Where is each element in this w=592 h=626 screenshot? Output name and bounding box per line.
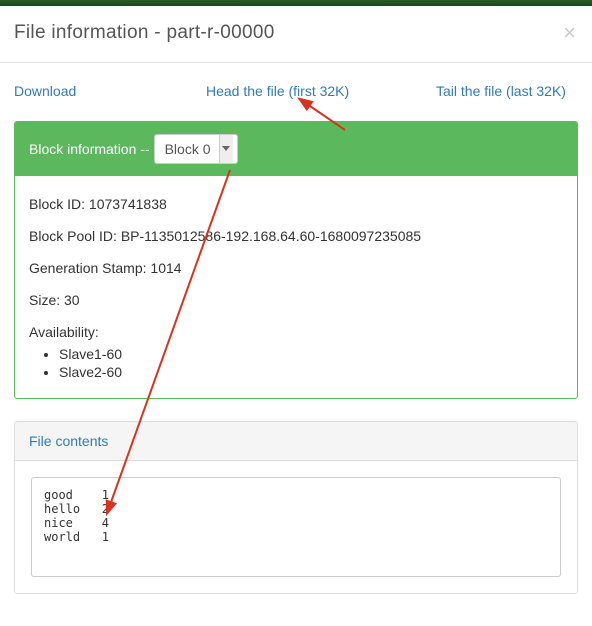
block-select[interactable]: Block 0 xyxy=(154,134,238,164)
availability-list: Slave1-60 Slave2-60 xyxy=(59,346,563,380)
block-pool-label: Block Pool ID: xyxy=(29,228,121,244)
download-link[interactable]: Download xyxy=(14,83,76,99)
tail-file-link[interactable]: Tail the file (last 32K) xyxy=(436,83,566,99)
block-pool-row: Block Pool ID: BP-1135012586-192.168.64.… xyxy=(29,228,563,244)
block-info-heading-text: Block information -- xyxy=(29,141,150,157)
file-contents-heading: File contents xyxy=(15,422,577,461)
size-row: Size: 30 xyxy=(29,292,563,308)
file-contents-panel: File contents good 1 hello 2 nice 4 worl… xyxy=(14,421,578,594)
block-select-value: Block 0 xyxy=(165,141,211,157)
gen-stamp-row: Generation Stamp: 1014 xyxy=(29,260,563,276)
block-info-panel: Block information -- Block 0 Block ID: 1… xyxy=(14,121,578,399)
file-contents-pre: good 1 hello 2 nice 4 world 1 xyxy=(31,477,561,577)
head-file-link[interactable]: Head the file (first 32K) xyxy=(206,83,349,99)
size-value: 30 xyxy=(64,292,80,308)
block-id-label: Block ID: xyxy=(29,196,89,212)
availability-label: Availability: xyxy=(29,324,99,340)
availability-row: Availability: xyxy=(29,324,563,340)
block-info-body: Block ID: 1073741838 Block Pool ID: BP-1… xyxy=(15,176,577,398)
block-id-row: Block ID: 1073741838 xyxy=(29,196,563,212)
modal-header: File information - part-r-00000 × xyxy=(0,6,592,63)
actions-row: Download Head the file (first 32K) Tail … xyxy=(0,63,592,121)
block-id-value: 1073741838 xyxy=(89,196,167,212)
gen-stamp-label: Generation Stamp: xyxy=(29,260,150,276)
gen-stamp-value: 1014 xyxy=(150,260,181,276)
block-pool-value: BP-1135012586-192.168.64.60-168009723508… xyxy=(121,228,421,244)
file-contents-body: good 1 hello 2 nice 4 world 1 xyxy=(15,461,577,593)
chevron-down-icon xyxy=(219,135,233,163)
availability-item: Slave2-60 xyxy=(59,364,563,380)
availability-item: Slave1-60 xyxy=(59,346,563,362)
modal-title: File information - part-r-00000 xyxy=(14,22,275,44)
size-label: Size: xyxy=(29,292,64,308)
close-icon[interactable]: × xyxy=(563,22,576,44)
block-info-header: Block information -- Block 0 xyxy=(15,122,577,176)
